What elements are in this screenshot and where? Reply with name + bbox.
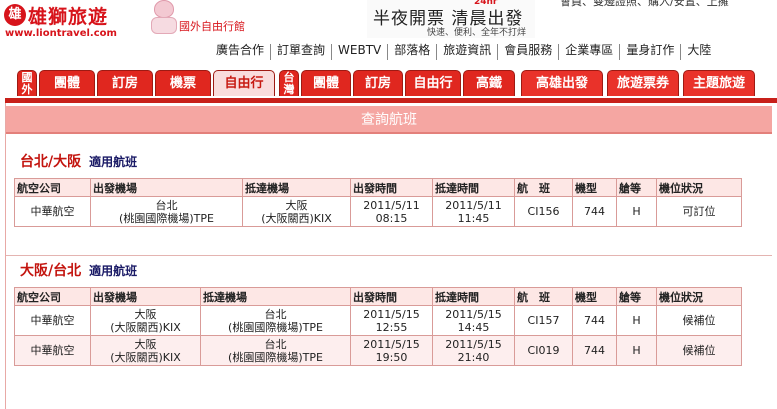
airline-cell: 中華航空 xyxy=(14,335,91,366)
departure-time-cell: 2011/5/15 19:50 xyxy=(350,335,433,366)
promo-banner[interactable]: 半夜開票 清晨出發 24hr 快速、便利、全年不打烊 xyxy=(367,0,535,38)
toplink-custom-trip[interactable]: 量身訂作 xyxy=(619,44,680,60)
promo-subline: 快速、便利、全年不打烊 xyxy=(427,28,527,38)
col-departure-time: 出發時間 xyxy=(350,178,433,197)
flight-number-cell: CI157 xyxy=(514,305,573,336)
flight-number-cell: CI019 xyxy=(514,335,573,366)
lion-logo-icon: 雄 xyxy=(4,4,26,26)
arrival-airport-cell: 大阪 (大阪關西)KIX xyxy=(242,196,351,227)
col-seat-status: 機位狀況 xyxy=(656,287,742,306)
col-arrival-time: 抵達時間 xyxy=(432,287,515,306)
arrival-time-cell: 2011/5/15 14:45 xyxy=(432,305,515,336)
table-row: 中華航空 大阪 (大阪關西)KIX 台北 (桃園國際機場)TPE 2011/5/15… xyxy=(14,335,742,366)
tab-theme-travel[interactable]: 主題旅遊 xyxy=(683,70,755,96)
col-departure-airport: 出發機場 xyxy=(90,178,243,197)
applicable-flights-label: 適用航班 xyxy=(89,155,138,169)
top-nav-links: 廣告合作 訂單查詢 WEBTV 部落格 旅遊資訊 會員服務 企業專區 量身訂作 … xyxy=(216,44,717,60)
seat-status-cell: 候補位 xyxy=(656,305,742,336)
toplink-ad[interactable]: 廣告合作 xyxy=(216,44,270,60)
aircraft-cell: 744 xyxy=(572,305,617,336)
col-arrival-airport: 抵達機場 xyxy=(200,287,351,306)
arrival-airport-cell: 台北 (桃園國際機場)TPE xyxy=(200,335,351,366)
mascot-icon xyxy=(148,0,180,36)
table-row: 中華航空 台北 (桃園國際機場)TPE 大阪 (大阪關西)KIX 2011/5/11… xyxy=(14,196,742,227)
departure-time-cell: 2011/5/11 08:15 xyxy=(350,196,433,227)
toplink-travel-info[interactable]: 旅遊資訊 xyxy=(436,44,497,60)
seat-status-cell: 候補位 xyxy=(656,335,742,366)
tab-abroad-hotel[interactable]: 訂房 xyxy=(97,70,153,96)
tab-group-abroad: 國外 xyxy=(17,70,37,96)
tab-taiwan-hotel[interactable]: 訂房 xyxy=(353,70,403,96)
section-label[interactable]: 國外自由行館 xyxy=(179,18,245,34)
applicable-flights-label: 適用航班 xyxy=(89,264,138,278)
col-departure-time: 出發時間 xyxy=(350,287,433,306)
toplink-enterprise[interactable]: 企業專區 xyxy=(558,44,619,60)
aircraft-cell: 744 xyxy=(572,196,617,227)
tab-taiwan-group-tour[interactable]: 團體 xyxy=(301,70,351,96)
logo-name: 雄獅旅遊 xyxy=(28,6,109,28)
tab-kaohsiung-departure[interactable]: 高雄出發 xyxy=(521,70,603,96)
toplink-blog[interactable]: 部落格 xyxy=(387,44,436,60)
cabin-class-cell: H xyxy=(616,335,657,366)
table-row: 中華航空 大阪 (大阪關西)KIX 台北 (桃園國際機場)TPE 2011/5/15… xyxy=(14,305,742,336)
route-title-return: 大阪/台北 適用航班 xyxy=(20,260,137,280)
tab-abroad-group-tour[interactable]: 團體 xyxy=(39,70,95,96)
route-divider xyxy=(6,255,772,256)
tab-abroad-flight[interactable]: 機票 xyxy=(155,70,211,96)
table-header-row: 航空公司 出發機場 抵達機場 出發時間 抵達時間 航 班 機型 艙等 機位狀況 xyxy=(14,178,742,197)
cabin-class-cell: H xyxy=(616,196,657,227)
arrival-time-cell: 2011/5/15 21:40 xyxy=(432,335,515,366)
col-aircraft: 機型 xyxy=(572,287,617,306)
top-utility-links[interactable]: 會員、雙邊證照、購入/安置、上擁 xyxy=(560,0,729,9)
col-flight-number: 航 班 xyxy=(514,178,573,197)
aircraft-cell: 744 xyxy=(572,335,617,366)
table-header-row: 航空公司 出發機場 抵達機場 出發時間 抵達時間 航 班 機型 艙等 機位狀況 xyxy=(14,287,742,306)
col-arrival-airport: 抵達機場 xyxy=(242,178,351,197)
departure-time-cell: 2011/5/15 12:55 xyxy=(350,305,433,336)
tab-group-taiwan: 台灣 xyxy=(279,70,299,96)
tab-travel-tickets[interactable]: 旅遊票券 xyxy=(607,70,679,96)
airline-cell: 中華航空 xyxy=(14,305,91,336)
cabin-class-cell: H xyxy=(616,305,657,336)
departure-airport-cell: 大阪 (大阪關西)KIX xyxy=(90,305,201,336)
col-aircraft: 機型 xyxy=(572,178,617,197)
route-name: 台北/大阪 xyxy=(20,154,82,170)
flight-number-cell: CI156 xyxy=(514,196,573,227)
route-title-outbound: 台北/大阪 適用航班 xyxy=(20,151,137,171)
tab-taiwan-fit[interactable]: 自由行 xyxy=(405,70,461,96)
toplink-order-query[interactable]: 訂單查詢 xyxy=(270,44,331,60)
tab-taiwan-hsr[interactable]: 高鐵 xyxy=(463,70,515,96)
logo-url: www.liontravel.com xyxy=(5,28,117,39)
site-logo[interactable]: 雄 雄獅旅遊 www.liontravel.com xyxy=(4,4,119,40)
col-cabin-class: 艙等 xyxy=(616,287,657,306)
col-cabin-class: 艙等 xyxy=(616,178,657,197)
col-airline: 航空公司 xyxy=(14,287,91,306)
toplink-webtv[interactable]: WEBTV xyxy=(331,44,387,60)
return-flight-table: 航空公司 出發機場 抵達機場 出發時間 抵達時間 航 班 機型 艙等 機位狀況 … xyxy=(14,287,742,366)
promo-tag: 24hr xyxy=(474,0,498,7)
toplink-member[interactable]: 會員服務 xyxy=(497,44,558,60)
departure-airport-cell: 台北 (桃園國際機場)TPE xyxy=(90,196,243,227)
flight-query-panel: 查詢航班 台北/大阪 適用航班 航空公司 出發機場 抵達機場 出發時間 抵達時間 … xyxy=(5,103,776,409)
outbound-flight-table: 航空公司 出發機場 抵達機場 出發時間 抵達時間 航 班 機型 艙等 機位狀況 … xyxy=(14,178,742,227)
col-flight-number: 航 班 xyxy=(514,287,573,306)
panel-title: 查詢航班 xyxy=(6,106,772,134)
departure-airport-cell: 大阪 (大阪關西)KIX xyxy=(90,335,201,366)
arrival-time-cell: 2011/5/11 11:45 xyxy=(432,196,515,227)
col-seat-status: 機位狀況 xyxy=(656,178,742,197)
toplink-mainland[interactable]: 大陸 xyxy=(680,44,717,60)
tab-abroad-fit[interactable]: 自由行 xyxy=(213,70,275,96)
col-airline: 航空公司 xyxy=(14,178,91,197)
col-departure-airport: 出發機場 xyxy=(90,287,201,306)
arrival-airport-cell: 台北 (桃園國際機場)TPE xyxy=(200,305,351,336)
main-tab-bar: 國外 團體 訂房 機票 自由行 台灣 團體 訂房 自由行 高鐵 高雄出發 旅遊票… xyxy=(17,68,777,100)
airline-cell: 中華航空 xyxy=(14,196,91,227)
col-arrival-time: 抵達時間 xyxy=(432,178,515,197)
seat-status-cell: 可訂位 xyxy=(656,196,742,227)
route-name: 大阪/台北 xyxy=(20,263,82,279)
